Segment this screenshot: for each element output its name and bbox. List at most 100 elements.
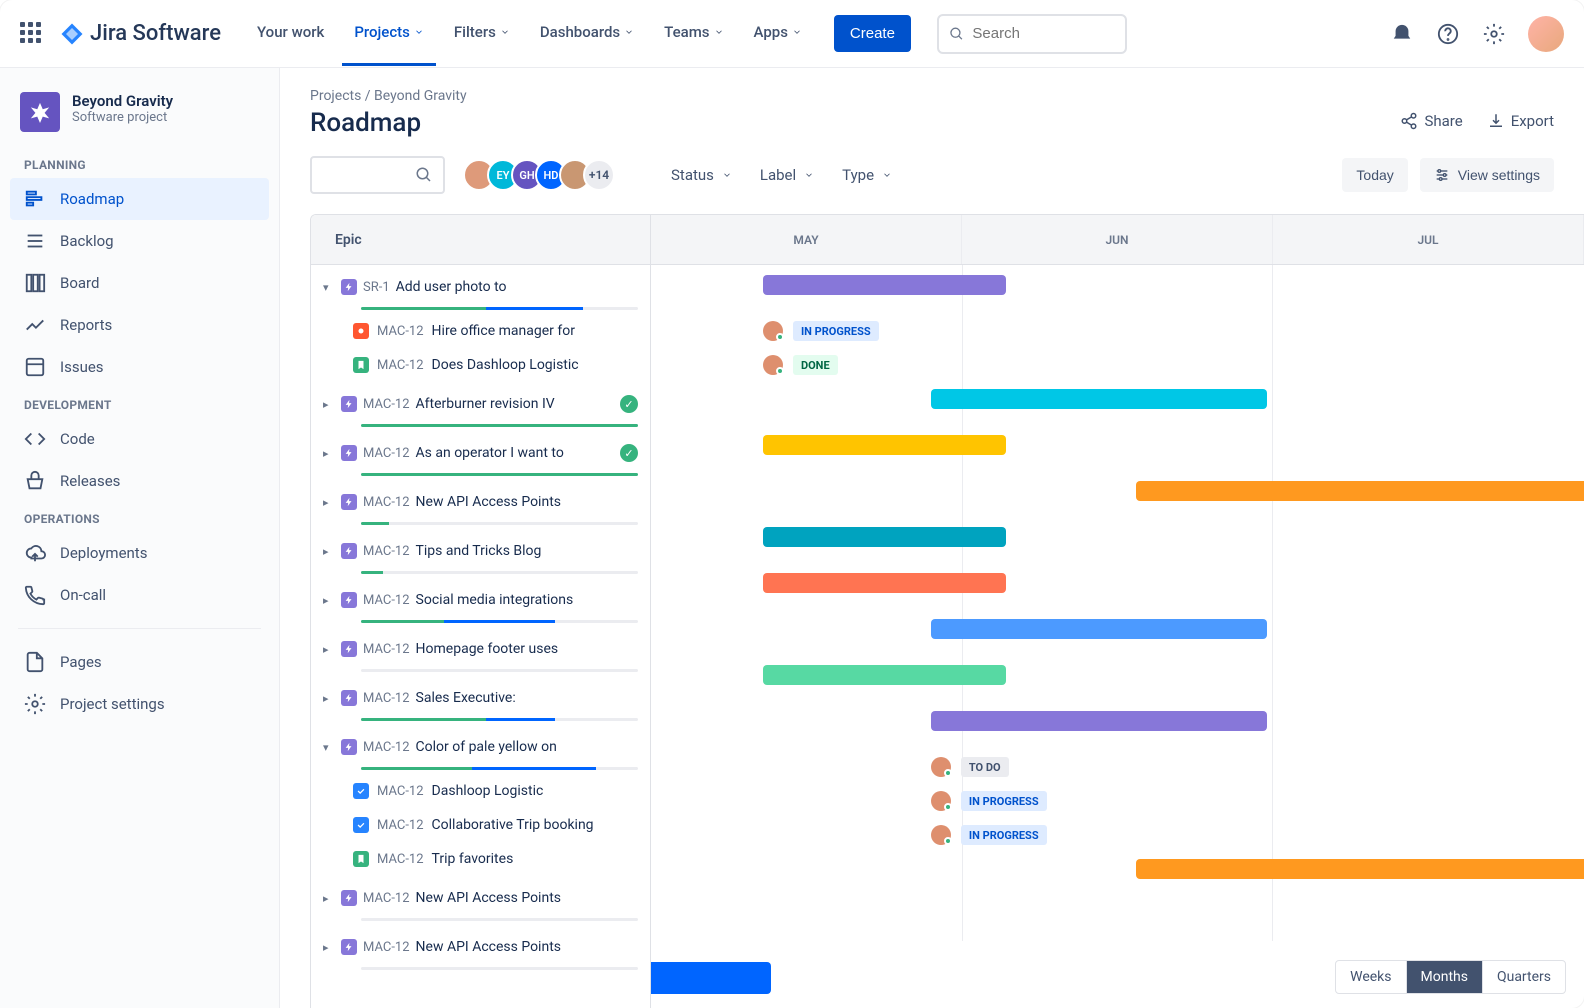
view-months[interactable]: Months xyxy=(1407,961,1483,993)
sliders-icon xyxy=(1434,167,1450,183)
search-input[interactable] xyxy=(972,25,1115,42)
epic-bar[interactable] xyxy=(763,665,1006,685)
create-button[interactable]: Create xyxy=(834,15,911,52)
help-icon[interactable] xyxy=(1436,22,1460,46)
child-issue-row[interactable]: MAC-12Trip favorites xyxy=(311,842,650,876)
epic-bar[interactable] xyxy=(763,435,1006,455)
epic-bar[interactable] xyxy=(763,527,1006,547)
breadcrumb[interactable]: Projects / Beyond Gravity xyxy=(310,88,1584,104)
epic-bar[interactable] xyxy=(931,619,1267,639)
sidebar: Beyond Gravity Software project PLANNING… xyxy=(0,68,280,1008)
sidebar-item-code[interactable]: Code xyxy=(10,418,269,460)
topbar: Jira Software Your workProjectsFiltersDa… xyxy=(0,0,1584,68)
child-issue-row[interactable]: MAC-12Does Dashloop Logistic xyxy=(311,348,650,382)
code-icon xyxy=(24,428,46,450)
sidebar-item-backlog[interactable]: Backlog xyxy=(10,220,269,262)
expand-toggle-icon[interactable]: ▸ xyxy=(323,594,335,607)
product-logo[interactable]: Jira Software xyxy=(60,21,221,46)
epic-bar[interactable] xyxy=(763,275,1006,295)
project-type: Software project xyxy=(72,110,173,125)
expand-toggle-icon[interactable]: ▸ xyxy=(323,643,335,656)
sidebar-item-board[interactable]: Board xyxy=(10,262,269,304)
sidebar-item-issues[interactable]: Issues xyxy=(10,346,269,388)
epic-bar[interactable] xyxy=(1136,481,1584,501)
expand-toggle-icon[interactable]: ▸ xyxy=(323,892,335,905)
roadmap-epic-list: Epic ▾SR-1Add user photo toMAC-12Hire of… xyxy=(311,215,651,1008)
child-issue-row[interactable]: MAC-12Dashloop Logistic xyxy=(311,774,650,808)
epic-row[interactable]: ▸MAC-12New API Access Points xyxy=(311,480,650,522)
expand-toggle-icon[interactable]: ▸ xyxy=(323,545,335,558)
nav-apps[interactable]: Apps xyxy=(742,1,814,66)
expand-toggle-icon[interactable]: ▸ xyxy=(323,496,335,509)
epic-row[interactable]: ▸MAC-12Sales Executive: xyxy=(311,676,650,718)
filter-type[interactable]: Type xyxy=(842,166,892,184)
filter-status[interactable]: Status xyxy=(671,166,732,184)
roadmap-timeline[interactable]: MAYJUNJUL IN PROGRESSDONETO DOIN PROGRES… xyxy=(651,215,1584,1008)
nav-projects[interactable]: Projects xyxy=(342,1,436,66)
sidebar-item-releases[interactable]: Releases xyxy=(10,460,269,502)
epic-row[interactable]: ▸MAC-12Afterburner revision IV✓ xyxy=(311,382,650,424)
timeline-row xyxy=(651,655,1584,701)
global-search[interactable] xyxy=(937,14,1127,54)
nav-dashboards[interactable]: Dashboards xyxy=(528,1,646,66)
expand-toggle-icon[interactable]: ▸ xyxy=(323,447,335,460)
epic-row[interactable]: ▸MAC-12Homepage footer uses xyxy=(311,627,650,669)
project-header[interactable]: Beyond Gravity Software project xyxy=(10,86,269,148)
epic-bar[interactable] xyxy=(931,711,1267,731)
epic-row[interactable]: ▸MAC-12Tips and Tricks Blog xyxy=(311,529,650,571)
sidebar-item-deployments[interactable]: Deployments xyxy=(10,532,269,574)
view-quarters[interactable]: Quarters xyxy=(1483,961,1565,993)
sidebar-item-project-settings[interactable]: Project settings xyxy=(10,683,269,725)
share-icon xyxy=(1400,112,1418,130)
done-check-icon: ✓ xyxy=(620,395,638,413)
timeline-row: IN PROGRESS xyxy=(651,311,1584,345)
export-button[interactable]: Export xyxy=(1487,112,1554,130)
expand-toggle-icon[interactable]: ▸ xyxy=(323,398,335,411)
epic-progress xyxy=(361,522,638,525)
expand-toggle-icon[interactable]: ▾ xyxy=(323,741,335,754)
expand-toggle-icon[interactable]: ▸ xyxy=(323,692,335,705)
epic-bar[interactable] xyxy=(1136,859,1584,879)
sidebar-item-roadmap[interactable]: Roadmap xyxy=(10,178,269,220)
search-icon xyxy=(415,166,433,184)
epic-progress xyxy=(361,918,638,921)
view-weeks[interactable]: Weeks xyxy=(1336,961,1406,993)
nav-teams[interactable]: Teams xyxy=(652,1,735,66)
epic-row[interactable]: ▸MAC-12Social media integrations xyxy=(311,578,650,620)
epic-bar[interactable] xyxy=(763,573,1006,593)
expand-toggle-icon[interactable]: ▸ xyxy=(323,941,335,954)
sidebar-item-pages[interactable]: Pages xyxy=(10,641,269,683)
backlog-icon xyxy=(24,230,46,252)
releases-icon xyxy=(24,470,46,492)
section-development: DEVELOPMENT xyxy=(10,388,269,418)
assignee-more[interactable]: +14 xyxy=(583,159,615,191)
epic-row[interactable]: ▾SR-1Add user photo to xyxy=(311,265,650,307)
filter-label[interactable]: Label xyxy=(760,166,814,184)
timeline-row xyxy=(651,265,1584,311)
assignee-avatars[interactable]: EYGHHD+14 xyxy=(463,159,615,191)
timeline-scroll-handle[interactable] xyxy=(651,962,771,994)
epic-progress xyxy=(361,669,638,672)
epic-row[interactable]: ▸MAC-12As an operator I want to✓ xyxy=(311,431,650,473)
timeline-header: MAYJUNJUL xyxy=(651,215,1584,265)
today-button[interactable]: Today xyxy=(1342,158,1407,192)
epic-row[interactable]: ▾MAC-12Color of pale yellow on xyxy=(311,725,650,767)
child-issue-row[interactable]: MAC-12Collaborative Trip booking xyxy=(311,808,650,842)
expand-toggle-icon[interactable]: ▾ xyxy=(323,281,335,294)
settings-icon[interactable] xyxy=(1482,22,1506,46)
share-button[interactable]: Share xyxy=(1400,112,1462,130)
nav-filters[interactable]: Filters xyxy=(442,1,522,66)
view-settings-button[interactable]: View settings xyxy=(1420,158,1554,192)
epic-row[interactable]: ▸MAC-12New API Access Points xyxy=(311,925,650,967)
app-switcher-icon[interactable] xyxy=(20,22,44,46)
profile-avatar[interactable] xyxy=(1528,16,1564,52)
epic-row[interactable]: ▸MAC-12New API Access Points xyxy=(311,876,650,918)
month-may: MAY xyxy=(651,215,962,264)
nav-your-work[interactable]: Your work xyxy=(245,1,336,66)
sidebar-item-on-call[interactable]: On-call xyxy=(10,574,269,616)
epic-bar[interactable] xyxy=(931,389,1267,409)
notifications-icon[interactable] xyxy=(1390,22,1414,46)
child-issue-row[interactable]: MAC-12Hire office manager for xyxy=(311,314,650,348)
sidebar-item-reports[interactable]: Reports xyxy=(10,304,269,346)
roadmap-search[interactable] xyxy=(310,156,445,194)
